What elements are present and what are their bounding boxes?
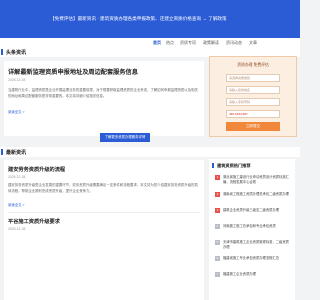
nav-item-policy[interactable]: 政策解读 — [203, 40, 219, 46]
divider — [8, 212, 200, 213]
list-item[interactable]: 湖南省工程施工资质办理总承包二级资质办理 — [223, 192, 289, 197]
section-title: 头条资讯 — [6, 50, 27, 56]
recommend-title: 建筑资质热门推荐 — [217, 163, 251, 168]
list-item[interactable]: 福建省施工专业承包资质办理流程汇总 — [223, 256, 289, 261]
banner-text[interactable]: 【免费评估】最新资讯 · 建筑资质办理各类申报政策、还建立资质价格查询 → 了解… — [50, 16, 270, 22]
list-item[interactable]: 河南施工施工总承包和专业承包资质 — [223, 224, 289, 229]
name-field[interactable]: 请输入您的姓名 — [226, 86, 280, 94]
form-title: 资质办理 免费评估 — [237, 63, 269, 67]
rank-7: 7 — [215, 272, 220, 277]
rank-2: 2 — [215, 192, 220, 197]
list-item[interactable]: 建筑企业资质升级三级至二级资质办理 — [223, 208, 289, 213]
rank-4: 4 — [215, 224, 220, 229]
nav-item-hot[interactable]: 热点 — [166, 40, 174, 46]
rank-3: 3 — [215, 208, 220, 213]
more-services-button[interactable]: 了解更多资质办理服务详情 — [100, 133, 150, 142]
rank-1: 1 — [215, 175, 220, 180]
list-item[interactable]: 福建施工企业资质办理 — [223, 272, 289, 277]
top-news-card: 详解最新监理资质申报地址及周边配套服务信息 2025-12-28 当建筑行业中，… — [4, 61, 204, 136]
article-date: 2025-12-28 — [8, 175, 26, 179]
article-summary: 建安劳务资质升级是企业发展的重要环节，劳务资质升级需要满足一定条件和流程要求，本… — [8, 183, 198, 193]
article-title[interactable]: 建安劳务资质升级的流程 — [8, 166, 202, 173]
category-select[interactable]: 请选择资质类别 — [226, 74, 280, 82]
phone-field[interactable]: 请输入手机号码 — [226, 98, 280, 106]
evaluation-form: 资质办理 免费评估 请选择资质类别 请输入您的姓名 请输入手机号码 400-12… — [209, 56, 297, 137]
article-summary: 当建筑行业中，监理资质是企业开展监理业务的重要前提。对于想要获取监理资质的企业来… — [8, 88, 198, 98]
main-content: 头条资讯 详解最新监理资质申报地址及周边配套服务信息 2025-12-28 当建… — [0, 47, 300, 300]
nav-item-qualification[interactable]: 资质专项 — [180, 40, 196, 46]
article-title[interactable]: 平谷施工资质升级要求 — [8, 218, 202, 225]
article-date: 2025-12-28 — [8, 227, 26, 231]
read-more-link[interactable]: 阅读全文 > — [8, 202, 24, 207]
section-marker — [1, 49, 3, 55]
section-marker — [212, 163, 214, 168]
list-item[interactable]: 天津市建筑施工企业资质新规标准，二级资质办理 — [223, 240, 289, 250]
latest-news-list: 建安劳务资质升级的流程 2025-12-28 建安劳务资质升级是企业发展的重要环… — [4, 160, 204, 300]
top-banner[interactable]: 【免费评估】最新资讯 · 建筑资质办理各类申报政策、还建立资质价格查询 → 了解… — [0, 0, 300, 38]
recommend-list: 建筑资质热门推荐 1 湖北省施工建设行业申请资质设计资质标准汇编，流程发展中心合… — [209, 159, 295, 300]
section-title: 最新资讯 — [6, 150, 27, 156]
hotline-field[interactable]: 400-1234-567 — [226, 110, 280, 118]
read-more-link[interactable]: 阅读全文 > — [8, 109, 24, 114]
article-date: 2025-12-28 — [8, 78, 26, 82]
nav-item-news[interactable]: 资讯动态 — [226, 40, 242, 46]
nav-item-articles[interactable]: 文章 — [249, 40, 257, 46]
section-marker — [1, 149, 3, 155]
rank-6: 6 — [215, 256, 220, 261]
submit-button[interactable]: 立即提交 — [226, 122, 280, 131]
nav-item-home[interactable]: 首页 — [153, 40, 161, 46]
article-title[interactable]: 详解最新监理资质申报地址及周边配套服务信息 — [8, 67, 202, 76]
list-item[interactable]: 湖北省施工建设行业申请资质设计资质标准汇编，流程发展中心合规 — [223, 175, 289, 185]
latest-news-header: 最新资讯 — [0, 147, 300, 157]
rank-5: 5 — [215, 240, 220, 245]
